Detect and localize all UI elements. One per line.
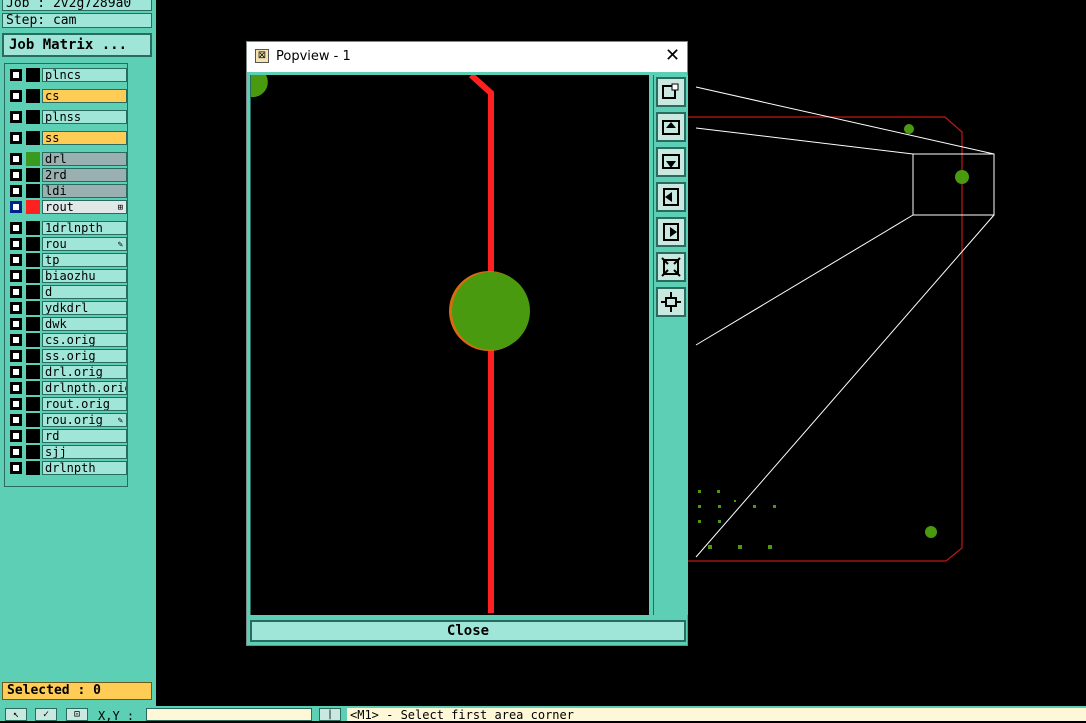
pad — [955, 170, 969, 184]
pan-left-icon[interactable] — [656, 182, 686, 212]
pad — [452, 272, 530, 350]
pan-down-icon[interactable] — [656, 147, 686, 177]
popview-window[interactable]: ⊠ Popview - 1 ✕ Close — [246, 41, 688, 646]
popview-titlebar[interactable]: ⊠ Popview - 1 ✕ — [247, 42, 687, 72]
check-tool-icon[interactable]: ✓ — [35, 708, 57, 721]
info-icon[interactable]: | — [319, 708, 341, 721]
zoom-line-bottom — [695, 214, 995, 558]
zoom-line-mid — [695, 214, 914, 346]
close-icon[interactable]: ✕ — [665, 45, 680, 66]
arrow-tool-icon[interactable]: ↖ — [5, 708, 27, 721]
pan-right-icon[interactable] — [656, 217, 686, 247]
window-tool-icon[interactable]: ⊡ — [66, 708, 88, 721]
zoom-out-icon[interactable] — [656, 252, 686, 282]
pad — [925, 526, 937, 538]
zoom-home-icon[interactable] — [656, 77, 686, 107]
zoom-line-top-b — [695, 127, 914, 155]
app-icon: ⊠ — [255, 49, 269, 63]
pan-up-icon[interactable] — [656, 112, 686, 142]
popview-canvas[interactable] — [250, 75, 649, 615]
pad — [904, 124, 914, 134]
popview-toolbar — [653, 75, 688, 615]
close-button[interactable]: Close — [250, 620, 686, 642]
xy-input[interactable] — [146, 708, 312, 721]
popview-title: Popview - 1 — [276, 49, 351, 64]
board-outline — [688, 116, 963, 562]
zoom-in-icon[interactable] — [656, 287, 686, 317]
zoom-indicator-box — [912, 153, 995, 216]
drill-dots — [698, 490, 776, 549]
status-message: <M1> - Select first area corner — [347, 708, 1086, 722]
